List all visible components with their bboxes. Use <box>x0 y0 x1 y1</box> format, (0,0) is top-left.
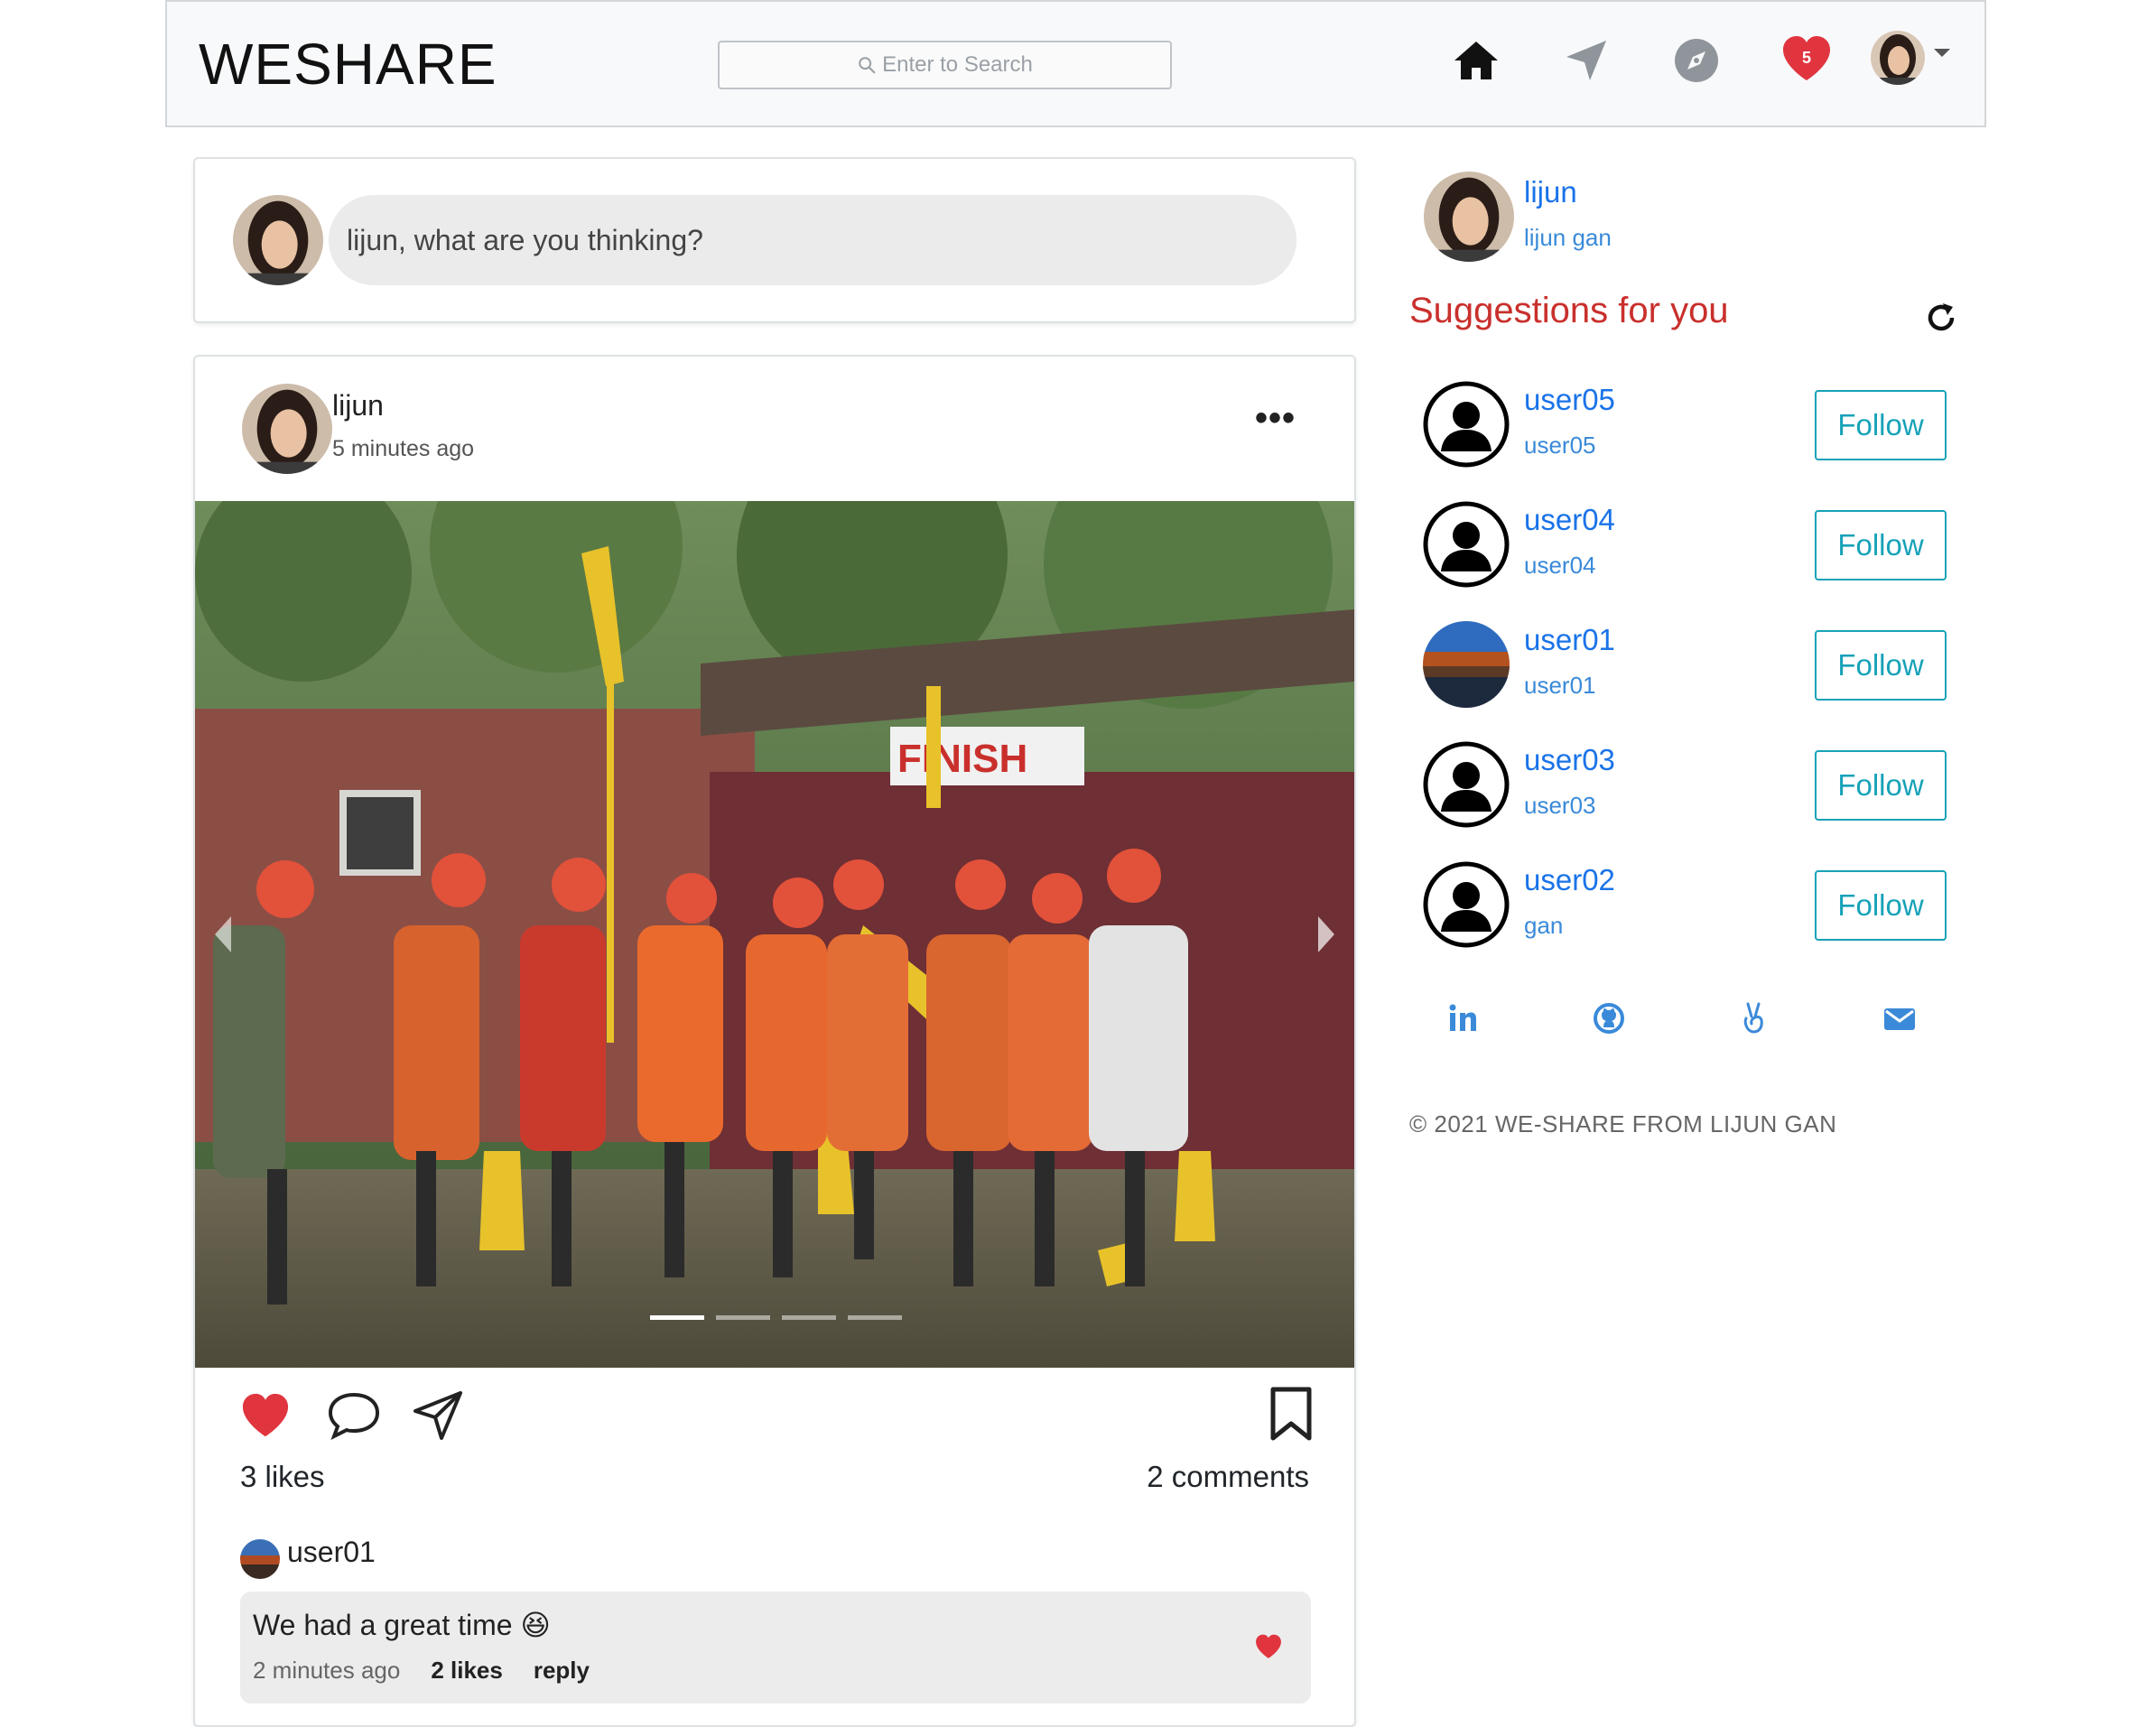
search-input[interactable]: Enter to Search <box>718 41 1172 89</box>
notifications-heart-icon[interactable]: 5 <box>1780 33 1834 88</box>
post-timestamp: 5 minutes ago <box>332 436 475 461</box>
composer-avatar <box>233 195 323 285</box>
comment-username[interactable]: user01 <box>287 1536 376 1569</box>
photo-banner: FINISH <box>897 737 1027 781</box>
follow-button[interactable]: Follow <box>1815 870 1947 941</box>
post-comments-count[interactable]: 2 comments <box>1147 1460 1309 1494</box>
suggestion-username[interactable]: user01 <box>1524 623 1615 657</box>
comment-bubble-icon[interactable] <box>327 1389 381 1444</box>
comment-time: 2 minutes ago <box>253 1657 401 1684</box>
sidebar-profile-fullname: lijun gan <box>1524 224 1612 251</box>
comment-meta: 2 minutes ago 2 likes reply <box>253 1657 590 1685</box>
follow-button[interactable]: Follow <box>1815 390 1947 460</box>
default-user-icon[interactable] <box>1423 861 1510 948</box>
notification-count: 5 <box>1801 49 1811 67</box>
sidebar-profile-avatar[interactable] <box>1424 172 1514 262</box>
share-send-icon[interactable] <box>412 1389 464 1446</box>
home-icon[interactable] <box>1449 33 1503 88</box>
default-user-icon[interactable] <box>1423 381 1510 468</box>
more-options-icon[interactable]: ••• <box>1255 400 1296 436</box>
suggestion-subtitle: user03 <box>1524 792 1596 819</box>
suggestions-title: Suggestions for you <box>1409 291 1729 330</box>
footer-copyright: © 2021 WE-SHARE FROM LIJUN GAN <box>1409 1110 1837 1137</box>
suggestion-username[interactable]: user03 <box>1524 743 1615 777</box>
brand-logo[interactable]: WESHARE <box>199 31 497 97</box>
post-photo: FINISH <box>195 501 1354 1368</box>
linkedin-icon[interactable] <box>1445 1000 1481 1036</box>
chevron-down-icon <box>1934 49 1950 57</box>
post-username[interactable]: lijun <box>332 389 384 422</box>
composer-input[interactable]: lijun, what are you thinking? <box>329 195 1296 285</box>
default-user-icon[interactable] <box>1423 741 1510 828</box>
comment-like-heart-icon[interactable] <box>1253 1633 1284 1665</box>
post-likes-count[interactable]: 3 likes <box>240 1460 325 1494</box>
compass-icon[interactable] <box>1669 33 1724 88</box>
sidebar-profile-username[interactable]: lijun <box>1524 175 1577 209</box>
nav-avatar <box>1871 31 1925 85</box>
like-heart-icon[interactable] <box>238 1391 293 1444</box>
suggestion-username[interactable]: user04 <box>1524 503 1615 537</box>
github-icon[interactable] <box>1591 1000 1627 1036</box>
follow-button[interactable]: Follow <box>1815 750 1947 821</box>
bookmark-icon[interactable] <box>1269 1386 1313 1446</box>
comment-avatar[interactable] <box>240 1539 280 1579</box>
suggestion-subtitle: user01 <box>1524 672 1596 699</box>
suggestion-subtitle: user05 <box>1524 432 1596 459</box>
comment-box: We had a great time 😆 2 minutes ago 2 li… <box>240 1592 1311 1704</box>
suggestion-username[interactable]: user05 <box>1524 383 1615 417</box>
profile-menu[interactable] <box>1871 31 1952 85</box>
search-icon <box>859 57 876 74</box>
comment-likes[interactable]: 2 likes <box>431 1657 503 1685</box>
refresh-icon[interactable] <box>1925 302 1957 339</box>
default-user-icon[interactable] <box>1423 501 1510 588</box>
comment-text: We had a great time 😆 <box>253 1609 551 1641</box>
suggestion-username[interactable]: user02 <box>1524 863 1615 897</box>
top-navbar: WESHARE Enter to Search 5 <box>165 0 1986 127</box>
user01-avatar[interactable] <box>1423 621 1510 708</box>
send-nav-icon[interactable] <box>1559 33 1613 88</box>
post-card: lijun 5 minutes ago ••• FINISH 3 likes 2… <box>193 355 1356 1727</box>
suggestion-subtitle: gan <box>1524 912 1564 939</box>
composer-card: lijun, what are you thinking? <box>193 157 1356 323</box>
search-placeholder: Enter to Search <box>882 52 1033 77</box>
follow-button[interactable]: Follow <box>1815 510 1947 580</box>
suggestion-subtitle: user04 <box>1524 552 1596 579</box>
angellist-icon[interactable] <box>1735 1000 1771 1036</box>
follow-button[interactable]: Follow <box>1815 630 1947 701</box>
mail-icon[interactable] <box>1882 1000 1918 1036</box>
post-avatar[interactable] <box>242 384 332 474</box>
comment-reply-button[interactable]: reply <box>534 1657 590 1685</box>
